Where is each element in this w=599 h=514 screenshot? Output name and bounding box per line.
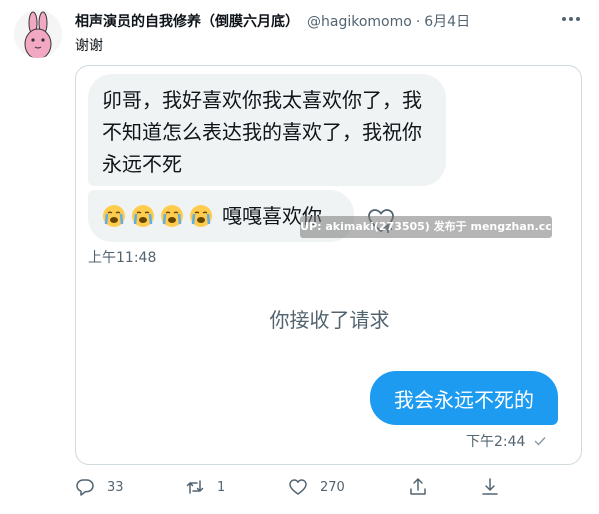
more-icon[interactable]: [560, 12, 582, 26]
separator-dot: ·: [415, 14, 421, 30]
tweet-action-bar: 33 1 270: [75, 475, 515, 503]
outgoing-timestamp-row: 下午2:44: [466, 431, 546, 451]
crying-face-emoji-icon: [103, 205, 125, 227]
pink-rabbit-avatar-icon: [14, 10, 62, 58]
retweet-count: 1: [217, 479, 226, 495]
crying-face-emoji-icon: [190, 205, 212, 227]
author-handle[interactable]: @hagikomomo: [307, 14, 412, 30]
share-button[interactable]: [408, 477, 428, 497]
like-button[interactable]: 270: [288, 477, 345, 497]
like-count: 270: [320, 479, 345, 495]
retweet-button[interactable]: 1: [185, 477, 225, 497]
incoming-timestamp: 上午11:48: [88, 250, 157, 266]
reply-icon: [76, 479, 94, 496]
incoming-message-bubble: 卯哥，我好喜欢你我太喜欢你了，我不知道怎么表达我的喜欢了，我祝你永远不死: [88, 74, 446, 186]
dm-screenshot-card[interactable]: 卯哥，我好喜欢你我太喜欢你了，我不知道怎么表达我的喜欢了，我祝你永远不死 嘎嘎喜…: [75, 65, 582, 465]
download-icon: [482, 478, 498, 495]
watermark: UP: akimaki(273505) 发布于 mengzhan.cc: [300, 216, 552, 238]
outgoing-timestamp: 下午2:44: [466, 434, 526, 450]
outgoing-message-bubble: 我会永远不死的: [370, 371, 558, 425]
crying-face-emoji-icon: [132, 205, 154, 227]
avatar[interactable]: [14, 10, 62, 58]
check-icon: [534, 437, 546, 446]
author-name[interactable]: 相声演员的自我修养（倒膜六月底）: [75, 14, 299, 30]
download-button[interactable]: [480, 477, 500, 497]
retweet-icon: [186, 480, 204, 494]
heart-icon: [289, 479, 307, 495]
system-message: 你接收了请求: [269, 308, 390, 332]
share-icon: [410, 478, 426, 495]
crying-face-emoji-icon: [161, 205, 183, 227]
tweet-text: 谢谢: [75, 38, 103, 54]
reply-count: 33: [107, 479, 124, 495]
tweet-date[interactable]: 6月4日: [424, 14, 470, 30]
reply-button[interactable]: 33: [75, 477, 124, 497]
tweet-header: 相声演员的自我修养（倒膜六月底） @hagikomomo · 6月4日: [75, 11, 470, 31]
